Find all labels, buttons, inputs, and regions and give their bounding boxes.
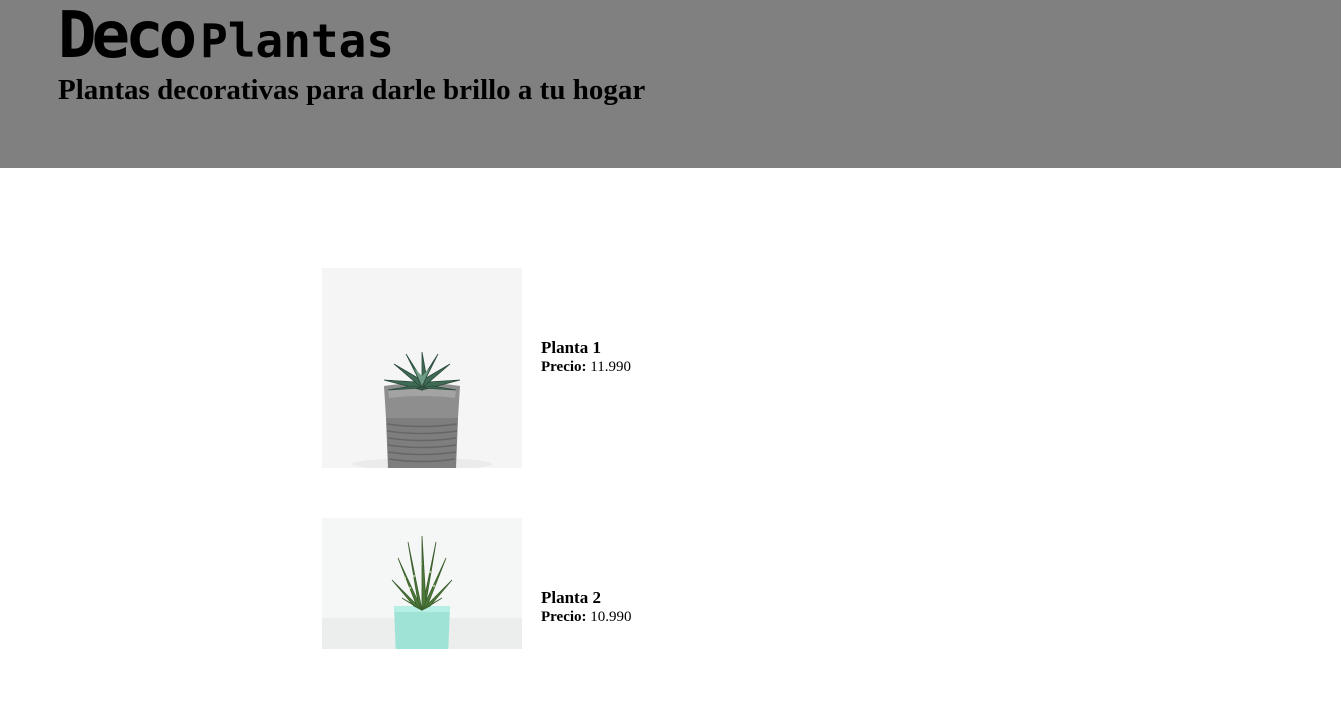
product-price: Precio: 11.990 <box>541 358 631 376</box>
product-image-planta-1 <box>322 268 522 468</box>
succulent-gray-pot-image <box>322 268 522 468</box>
aloe-mint-pot-image <box>322 518 522 649</box>
product-card: Planta 1 Precio: 11.990 <box>322 268 922 468</box>
product-info: Planta 2 Precio: 10.990 <box>541 588 632 626</box>
product-info: Planta 1 Precio: 11.990 <box>541 338 631 376</box>
brand-part-deco: Deco <box>58 0 197 73</box>
product-image-planta-2 <box>322 518 522 649</box>
price-value: 11.990 <box>590 359 631 375</box>
product-price: Precio: 10.990 <box>541 608 632 626</box>
site-logo-title: Deco Plantas <box>58 4 394 68</box>
site-tagline: Plantas decorativas para darle brillo a … <box>58 74 646 106</box>
product-name: Planta 1 <box>541 338 601 357</box>
price-label: Precio: <box>541 609 587 625</box>
price-label: Precio: <box>541 359 587 375</box>
brand-part-plantas: Plantas <box>200 14 394 68</box>
product-card: Planta 2 Precio: 10.990 <box>322 518 922 718</box>
product-name: Planta 2 <box>541 588 601 607</box>
site-header: Deco Plantas Plantas decorativas para dar… <box>0 0 1341 168</box>
price-value: 10.990 <box>590 609 632 625</box>
